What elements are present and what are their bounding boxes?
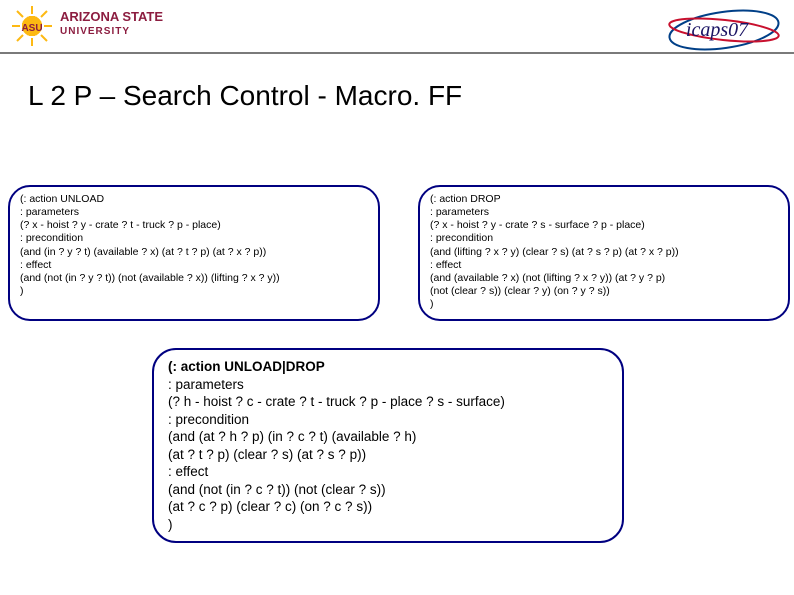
asu-wordmark: ARIZONA STATE UNIVERSITY	[60, 4, 163, 37]
unload-drop-macro-box: (: action UNLOAD|DROP : parameters (? h …	[152, 348, 624, 543]
combo-line-7: : effect	[168, 464, 208, 479]
header-divider	[0, 52, 794, 54]
unload-line-1: (: action UNLOAD	[20, 193, 104, 205]
combo-line-9: (at ? c ? p) (clear ? c) (on ? c ? s))	[168, 499, 372, 514]
combo-line-5: (and (at ? h ? p) (in ? c ? t) (availabl…	[168, 429, 416, 444]
unload-line-8: )	[20, 285, 24, 297]
unload-line-7: (and (not (in ? y ? t)) (not (available …	[20, 272, 280, 284]
asu-line1: ARIZONA STATE	[60, 10, 163, 24]
drop-action-box: (: action DROP : parameters (? x - hoist…	[418, 185, 790, 321]
drop-line-2: : parameters	[430, 206, 489, 218]
combo-line-4: : precondition	[168, 412, 249, 427]
combo-line-8: (and (not (in ? c ? t)) (not (clear ? s)…	[168, 482, 386, 497]
unload-line-5: (and (in ? y ? t) (available ? x) (at ? …	[20, 246, 266, 258]
drop-line-3: (? x - hoist ? y - crate ? s - surface ?…	[430, 219, 645, 231]
unload-line-2: : parameters	[20, 206, 79, 218]
asu-logo: ASU ARIZONA STATE UNIVERSITY	[10, 4, 163, 48]
asu-line2: UNIVERSITY	[60, 24, 163, 37]
slide-header: ASU ARIZONA STATE UNIVERSITY icaps07	[0, 0, 794, 60]
combo-line-1: (: action UNLOAD|DROP	[168, 359, 325, 374]
drop-line-8: (not (clear ? s)) (clear ? y) (on ? y ? …	[430, 285, 610, 297]
drop-line-6: : effect	[430, 259, 461, 271]
drop-line-5: (and (lifting ? x ? y) (clear ? s) (at ?…	[430, 246, 679, 258]
slide-title: L 2 P – Search Control - Macro. FF	[28, 80, 462, 112]
unload-line-4: : precondition	[20, 232, 83, 244]
unload-line-3: (? x - hoist ? y - crate ? t - truck ? p…	[20, 219, 221, 231]
icaps-text: icaps07	[686, 19, 749, 41]
drop-line-9: )	[430, 298, 434, 310]
combo-line-3: (? h - hoist ? c - crate ? t - truck ? p…	[168, 394, 505, 409]
asu-mark: ASU	[21, 23, 42, 34]
asu-sunburst-icon: ASU	[10, 4, 54, 48]
drop-line-1: (: action DROP	[430, 193, 501, 205]
combo-line-2: : parameters	[168, 377, 244, 392]
combo-line-10: )	[168, 517, 173, 532]
unload-action-box: (: action UNLOAD : parameters (? x - hoi…	[8, 185, 380, 321]
drop-line-4: : precondition	[430, 232, 493, 244]
combo-line-6: (at ? t ? p) (clear ? s) (at ? s ? p))	[168, 447, 366, 462]
drop-line-7: (and (available ? x) (not (lifting ? x ?…	[430, 272, 665, 284]
unload-line-6: : effect	[20, 259, 51, 271]
